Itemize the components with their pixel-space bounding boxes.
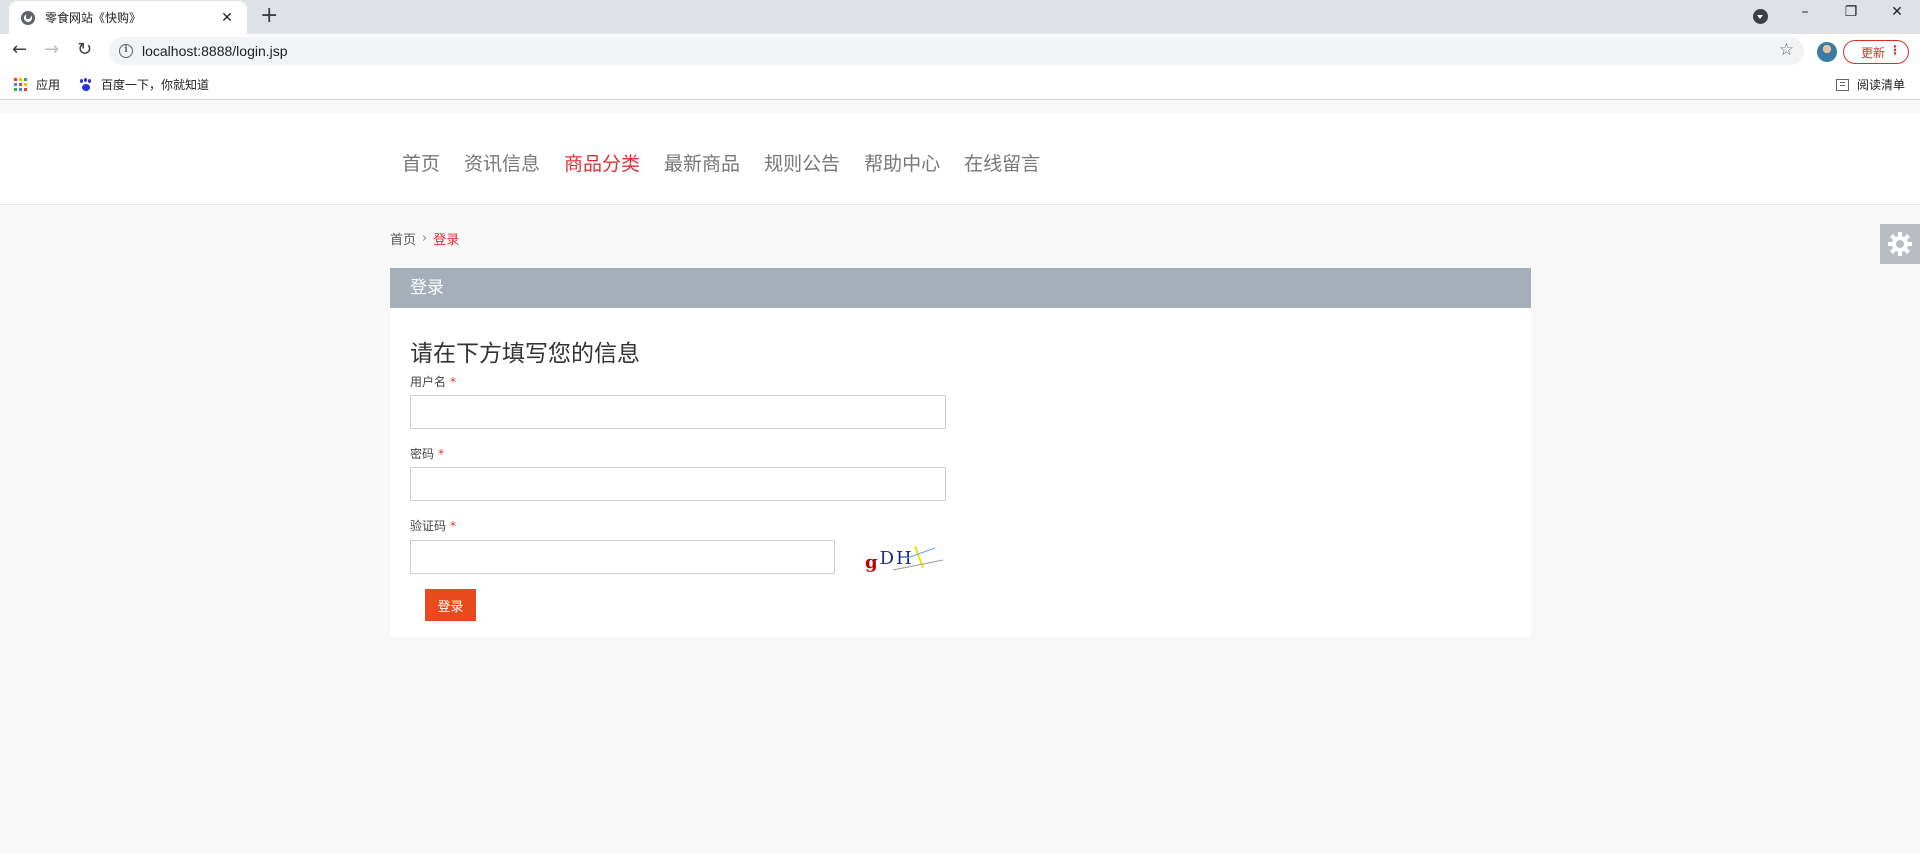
- username-label: 用户名 *: [410, 373, 456, 390]
- more-menu-icon: ⋮: [1889, 43, 1901, 57]
- bookmark-label: 百度一下，你就知道: [101, 78, 210, 92]
- captcha-text: gDH: [865, 548, 912, 573]
- nav-home[interactable]: 首页: [402, 149, 440, 176]
- browser-toolbar: ← → ↻ i localhost:8888/login.jsp ☆ 更新 ⋮: [0, 34, 1920, 68]
- bookmark-star-icon[interactable]: ☆: [1779, 40, 1794, 60]
- globe-icon: [21, 10, 35, 25]
- captcha-char: g: [865, 552, 878, 573]
- main-nav: 首页 资讯信息 商品分类 最新商品 规则公告 帮助中心 在线留言: [390, 149, 1052, 176]
- required-mark: *: [438, 447, 445, 461]
- captcha-char: H: [896, 548, 912, 569]
- reading-list-label: 阅读清单: [1857, 78, 1906, 92]
- nav-help[interactable]: 帮助中心: [864, 149, 940, 176]
- password-label-text: 密码: [410, 447, 435, 461]
- site-header: 首页 资讯信息 商品分类 最新商品 规则公告 帮助中心 在线留言: [0, 113, 1920, 205]
- password-field[interactable]: [410, 467, 946, 501]
- bookmark-baidu[interactable]: 百度一下，你就知道: [79, 76, 209, 93]
- bookmark-label: 应用: [36, 78, 61, 92]
- back-icon[interactable]: ←: [12, 41, 27, 59]
- captcha-label: 验证码 *: [410, 517, 456, 534]
- required-mark: *: [450, 519, 457, 533]
- nav-news[interactable]: 资讯信息: [464, 149, 540, 176]
- baidu-paw-icon: [79, 78, 93, 92]
- captcha-image[interactable]: gDH: [835, 540, 946, 574]
- username-label-text: 用户名: [410, 375, 447, 389]
- password-label: 密码 *: [410, 445, 444, 462]
- update-label: 更新: [1861, 45, 1886, 60]
- captcha-label-text: 验证码: [410, 519, 447, 533]
- breadcrumb-home[interactable]: 首页: [390, 229, 416, 248]
- login-panel: 登录 请在下方填写您的信息 用户名 * 密码 * 验证码 * gDH 登录: [390, 268, 1531, 637]
- restore-icon[interactable]: ❐: [1828, 4, 1874, 20]
- username-field[interactable]: [410, 395, 946, 429]
- nav-messages[interactable]: 在线留言: [964, 149, 1040, 176]
- reading-list-icon: [1836, 78, 1849, 91]
- breadcrumb: 首页 › 登录: [390, 229, 459, 248]
- reload-icon[interactable]: ↻: [77, 41, 92, 59]
- new-tab-button[interactable]: +: [260, 5, 278, 27]
- update-button[interactable]: 更新 ⋮: [1843, 40, 1909, 64]
- tab-title: 零食网站《快购》: [45, 11, 142, 25]
- tab-search-icon[interactable]: [1753, 9, 1768, 24]
- browser-tab[interactable]: 零食网站《快购》 ✕: [9, 1, 247, 34]
- profile-avatar[interactable]: [1817, 42, 1837, 62]
- minimize-icon[interactable]: –: [1782, 4, 1828, 20]
- address-bar[interactable]: i localhost:8888/login.jsp ☆: [109, 37, 1804, 65]
- nav-rules[interactable]: 规则公告: [764, 149, 840, 176]
- window-close-icon[interactable]: ✕: [1874, 4, 1920, 20]
- breadcrumb-current: 登录: [433, 233, 460, 248]
- url-text[interactable]: localhost:8888/login.jsp: [142, 43, 288, 59]
- required-mark: *: [450, 375, 457, 389]
- captcha-char: D: [880, 548, 894, 569]
- forward-icon[interactable]: →: [44, 41, 59, 59]
- apps-icon: [14, 77, 28, 92]
- gear-icon: [1888, 232, 1912, 256]
- form-title: 请在下方填写您的信息: [410, 341, 640, 367]
- captcha-field[interactable]: [410, 540, 835, 574]
- nav-categories[interactable]: 商品分类: [564, 149, 640, 176]
- site-info-icon[interactable]: i: [119, 44, 133, 58]
- close-tab-icon[interactable]: ✕: [219, 10, 235, 26]
- panel-header: 登录: [390, 268, 1531, 308]
- bookmark-apps[interactable]: 应用: [14, 76, 60, 93]
- reading-list-button[interactable]: 阅读清单: [1836, 76, 1905, 93]
- login-button[interactable]: 登录: [425, 589, 476, 621]
- nav-new-products[interactable]: 最新商品: [664, 149, 740, 176]
- settings-gear-button[interactable]: [1880, 224, 1920, 264]
- bookmarks-bar: 应用 百度一下，你就知道 阅读清单: [0, 68, 1920, 100]
- breadcrumb-separator: ›: [422, 231, 428, 246]
- browser-tab-strip: 零食网站《快购》 ✕ + – ❐ ✕: [0, 0, 1920, 34]
